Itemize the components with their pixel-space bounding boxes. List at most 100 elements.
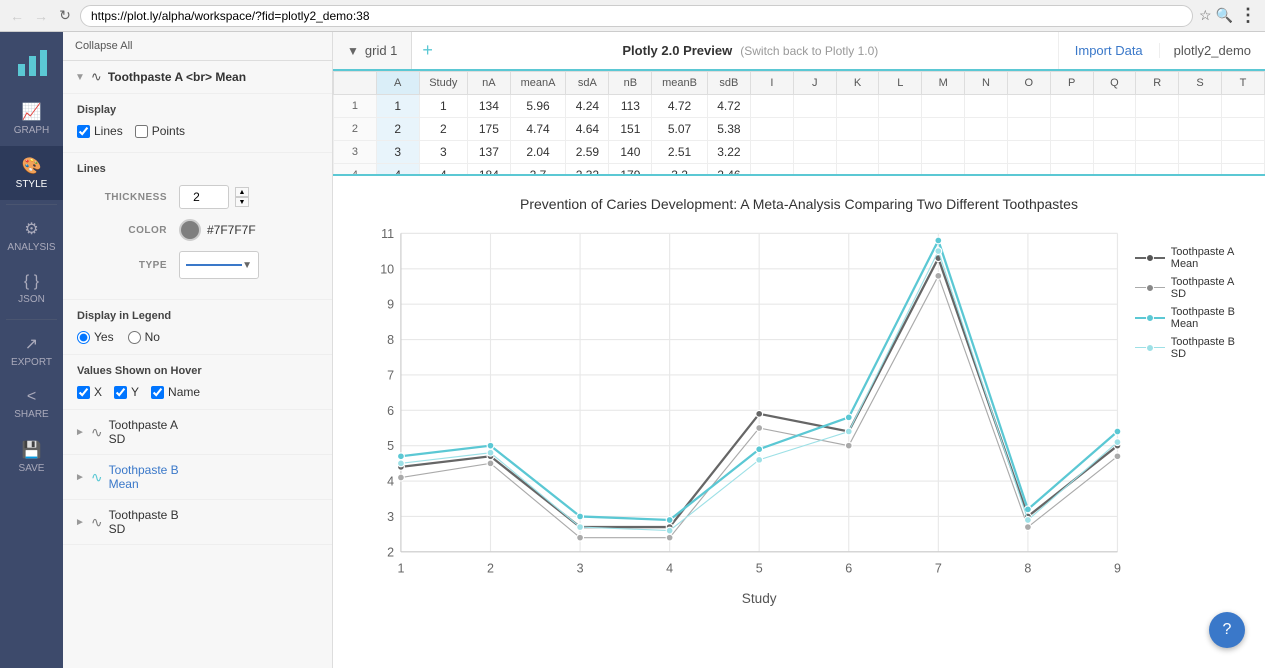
lines-checkbox-label[interactable]: Lines: [77, 124, 123, 138]
table-cell[interactable]: 3.2: [652, 164, 708, 176]
table-cell[interactable]: 4: [419, 164, 467, 176]
no-radio-label[interactable]: No: [128, 330, 160, 344]
table-cell[interactable]: [1136, 164, 1179, 176]
sidebar-item-json[interactable]: { } JSON: [0, 263, 63, 315]
color-swatch[interactable]: [179, 219, 201, 241]
trace-list-item[interactable]: ► ∿ Toothpaste B Mean: [63, 455, 332, 500]
table-cell[interactable]: [1093, 141, 1136, 164]
table-cell[interactable]: [879, 95, 922, 118]
table-cell[interactable]: 2.7: [510, 164, 566, 176]
spinner-up[interactable]: ▲: [235, 187, 249, 197]
table-cell[interactable]: [793, 141, 836, 164]
hover-y-checkbox[interactable]: [114, 386, 127, 399]
table-cell[interactable]: [836, 164, 879, 176]
table-cell[interactable]: 4.72: [707, 95, 750, 118]
table-cell[interactable]: 1: [376, 95, 419, 118]
table-cell[interactable]: 137: [467, 141, 510, 164]
table-cell[interactable]: [1136, 141, 1179, 164]
table-cell[interactable]: 2.51: [652, 141, 708, 164]
table-cell[interactable]: [793, 95, 836, 118]
table-cell[interactable]: [1179, 141, 1222, 164]
table-cell[interactable]: [922, 164, 965, 176]
table-cell[interactable]: [1050, 118, 1093, 141]
import-data-button[interactable]: Import Data: [1058, 32, 1159, 69]
table-cell[interactable]: 184: [467, 164, 510, 176]
table-cell[interactable]: 4.74: [510, 118, 566, 141]
table-cell[interactable]: 5.96: [510, 95, 566, 118]
sidebar-item-export[interactable]: ↗ EXPORT: [0, 324, 63, 378]
trace-list-item[interactable]: ► ∿ Toothpaste A SD: [63, 410, 332, 455]
sidebar-item-analysis[interactable]: ⚙ ANALYSIS: [0, 209, 63, 263]
table-cell[interactable]: 1: [419, 95, 467, 118]
table-cell[interactable]: [1179, 118, 1222, 141]
plotly-switch-link[interactable]: (Switch back to Plotly 1.0): [740, 44, 878, 58]
table-cell[interactable]: [1007, 95, 1050, 118]
table-cell[interactable]: 151: [609, 118, 652, 141]
table-cell[interactable]: [1221, 118, 1264, 141]
sidebar-item-style[interactable]: 🎨 STYLE: [0, 146, 63, 200]
back-button[interactable]: ←: [8, 7, 26, 25]
table-cell[interactable]: [1221, 95, 1264, 118]
table-cell[interactable]: [965, 118, 1008, 141]
table-cell[interactable]: [922, 95, 965, 118]
table-cell[interactable]: [751, 95, 794, 118]
table-cell[interactable]: [751, 164, 794, 176]
table-cell[interactable]: 2.46: [707, 164, 750, 176]
table-cell[interactable]: [1221, 141, 1264, 164]
table-cell[interactable]: [879, 141, 922, 164]
hover-y-label[interactable]: Y: [114, 385, 139, 399]
table-cell[interactable]: [922, 118, 965, 141]
url-bar[interactable]: [80, 5, 1193, 27]
table-cell[interactable]: 2.32: [566, 164, 609, 176]
table-cell[interactable]: [1179, 164, 1222, 176]
table-cell[interactable]: 4.64: [566, 118, 609, 141]
table-cell[interactable]: 113: [609, 95, 652, 118]
table-cell[interactable]: [965, 95, 1008, 118]
table-cell[interactable]: [1093, 164, 1136, 176]
table-cell[interactable]: [1136, 95, 1179, 118]
table-cell[interactable]: 3: [419, 141, 467, 164]
sidebar-item-save[interactable]: 💾 SAVE: [0, 430, 63, 484]
hover-name-checkbox[interactable]: [151, 386, 164, 399]
table-cell[interactable]: 2: [376, 118, 419, 141]
table-cell[interactable]: 140: [609, 141, 652, 164]
spinner-down[interactable]: ▼: [235, 197, 249, 207]
table-cell[interactable]: [965, 141, 1008, 164]
menu-button[interactable]: ⋮: [1239, 5, 1257, 26]
table-cell[interactable]: 175: [467, 118, 510, 141]
table-cell[interactable]: [1007, 164, 1050, 176]
collapse-all-button[interactable]: Collapse All: [63, 32, 332, 61]
table-cell[interactable]: [793, 164, 836, 176]
table-cell[interactable]: [1136, 118, 1179, 141]
points-checkbox[interactable]: [135, 125, 148, 138]
table-cell[interactable]: [751, 141, 794, 164]
table-cell[interactable]: [879, 164, 922, 176]
sidebar-item-graph[interactable]: 📈 GRAPH: [0, 92, 63, 146]
table-cell[interactable]: [1093, 118, 1136, 141]
table-cell[interactable]: [965, 164, 1008, 176]
table-cell[interactable]: 4: [376, 164, 419, 176]
table-cell[interactable]: 2.04: [510, 141, 566, 164]
table-cell[interactable]: [1050, 95, 1093, 118]
table-cell[interactable]: 134: [467, 95, 510, 118]
table-cell[interactable]: 5.38: [707, 118, 750, 141]
table-cell[interactable]: [1007, 141, 1050, 164]
table-cell[interactable]: 2.59: [566, 141, 609, 164]
hover-x-checkbox[interactable]: [77, 386, 90, 399]
thickness-input[interactable]: [179, 185, 229, 209]
grid-tab[interactable]: ▼ grid 1: [333, 32, 412, 69]
table-cell[interactable]: 3.22: [707, 141, 750, 164]
table-cell[interactable]: 3: [376, 141, 419, 164]
lines-checkbox[interactable]: [77, 125, 90, 138]
forward-button[interactable]: →: [32, 7, 50, 25]
main-trace-header[interactable]: ▼ ∿ Toothpaste A <br> Mean: [63, 61, 332, 94]
table-cell[interactable]: [836, 95, 879, 118]
line-type-selector[interactable]: ▼: [179, 251, 259, 279]
table-cell[interactable]: [1093, 95, 1136, 118]
table-cell[interactable]: 5.07: [652, 118, 708, 141]
table-cell[interactable]: [1179, 95, 1222, 118]
table-cell[interactable]: 2: [419, 118, 467, 141]
table-cell[interactable]: [1221, 164, 1264, 176]
reload-button[interactable]: ↻: [56, 7, 74, 25]
table-cell[interactable]: [1007, 118, 1050, 141]
